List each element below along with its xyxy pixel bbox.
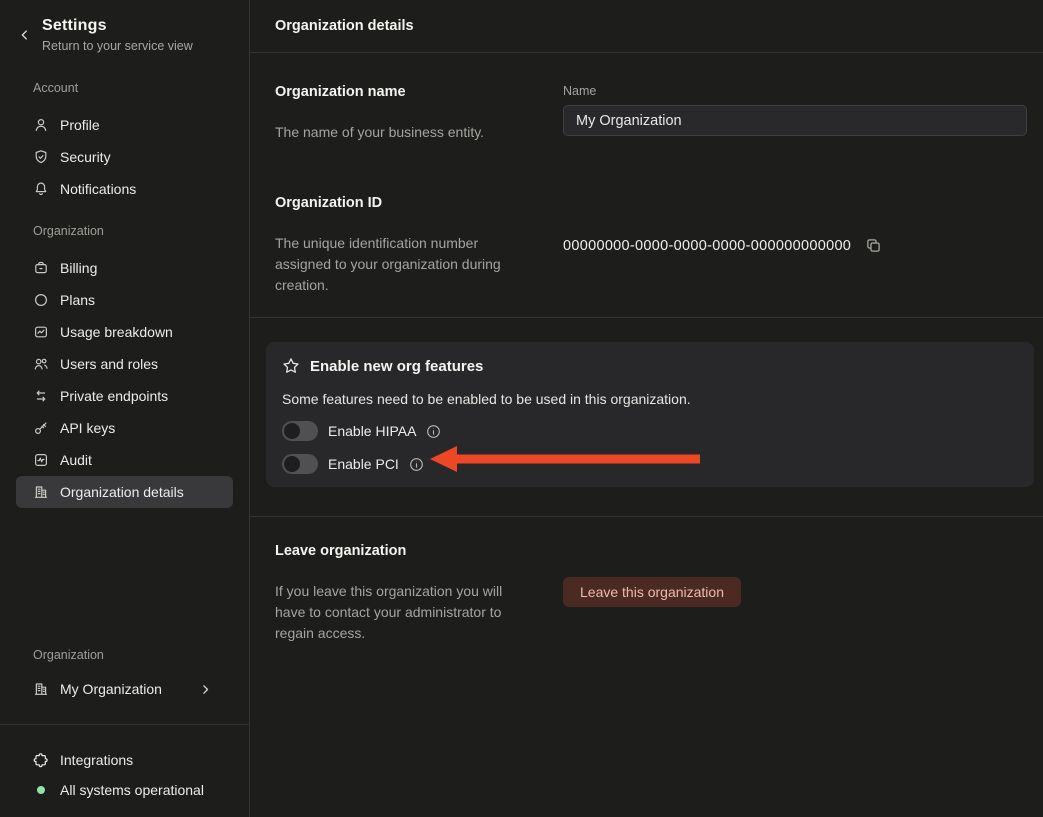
org-switcher-value: My Organization: [60, 681, 162, 697]
sidebar-item-label: Billing: [60, 260, 97, 276]
leave-organization-button[interactable]: Leave this organization: [563, 577, 741, 607]
circle-icon: [33, 292, 49, 308]
integrations-label: Integrations: [60, 752, 133, 768]
puzzle-icon: [33, 752, 49, 768]
audit-log-icon: [33, 452, 49, 468]
sidebar-item-label: Security: [60, 149, 111, 165]
org-identity-section: Organization name The name of your busin…: [250, 53, 1043, 317]
section-label-organization: Organization: [33, 224, 249, 238]
enable-pci-toggle[interactable]: [282, 454, 318, 474]
settings-page: { "sidebar": { "title": "Settings", "sub…: [0, 0, 1043, 817]
sidebar-item-private-endpoints[interactable]: Private endpoints: [16, 380, 233, 412]
hipaa-toggle-row: Enable HIPAA: [282, 419, 1018, 443]
sidebar-item-label: Organization details: [60, 484, 184, 500]
sidebar-item-plans[interactable]: Plans: [16, 284, 233, 316]
copy-icon[interactable]: [865, 237, 882, 254]
sidebar-item-billing[interactable]: Billing: [16, 252, 233, 284]
key-icon: [33, 420, 49, 436]
shield-icon: [33, 149, 49, 165]
org-name-title: Organization name: [275, 84, 525, 100]
org-name-description: The name of your business entity.: [275, 122, 525, 143]
sidebar-item-label: Notifications: [60, 181, 136, 197]
sidebar-item-api-keys[interactable]: API keys: [16, 412, 233, 444]
sidebar-item-notifications[interactable]: Notifications: [16, 173, 233, 205]
star-icon: [282, 357, 300, 375]
organization-icon: [33, 681, 49, 697]
sidebar-item-organization-details[interactable]: Organization details: [16, 476, 233, 508]
bell-icon: [33, 181, 49, 197]
status-label: All systems operational: [60, 782, 204, 798]
enable-hipaa-toggle[interactable]: [282, 421, 318, 441]
leave-organization-section: Leave organization If you leave this org…: [250, 517, 1043, 817]
chart-icon: [33, 324, 49, 340]
org-switcher[interactable]: My Organization: [16, 672, 233, 706]
status-dot-icon: [37, 786, 45, 794]
user-icon: [33, 117, 49, 133]
org-name-row: Organization name The name of your busin…: [275, 84, 1027, 143]
sidebar-item-profile[interactable]: Profile: [16, 109, 233, 141]
section-label-account: Account: [33, 81, 249, 95]
wallet-icon: [33, 260, 49, 276]
org-switcher-label: Organization: [33, 648, 249, 662]
sidebar-item-label: Plans: [60, 292, 95, 308]
org-id-row: Organization ID The unique identificatio…: [275, 195, 1027, 296]
chevron-right-icon: [199, 683, 224, 696]
organization-details-panel: Organization details Organization name T…: [250, 0, 1043, 817]
features-card-description: Some features need to be enabled to be u…: [282, 390, 1018, 409]
sidebar-item-usage-breakdown[interactable]: Usage breakdown: [16, 316, 233, 348]
pci-toggle-label: Enable PCI: [328, 456, 399, 472]
name-field-label: Name: [563, 84, 1027, 98]
settings-sidebar: Settings Return to your service view Acc…: [0, 0, 250, 817]
enable-features-card: Enable new org features Some features ne…: [266, 342, 1034, 487]
leave-title: Leave organization: [275, 543, 525, 559]
sidebar-item-users-and-roles[interactable]: Users and roles: [16, 348, 233, 380]
swap-arrows-icon: [33, 388, 49, 404]
organization-icon: [33, 484, 49, 500]
system-status-link[interactable]: All systems operational: [0, 775, 249, 805]
org-id-value: 00000000-0000-0000-0000-000000000000: [563, 238, 851, 254]
page-title: Organization details: [250, 0, 1043, 53]
sidebar-subtitle[interactable]: Return to your service view: [42, 39, 193, 53]
users-icon: [33, 356, 49, 372]
chevron-left-icon[interactable]: [18, 28, 32, 42]
sidebar-item-label: Usage breakdown: [60, 324, 173, 340]
annotation-arrow-icon: [430, 445, 700, 473]
sidebar-item-label: API keys: [60, 420, 115, 436]
sidebar-item-label: Users and roles: [60, 356, 158, 372]
info-icon[interactable]: [409, 457, 424, 472]
hipaa-toggle-label: Enable HIPAA: [328, 423, 416, 439]
org-name-input[interactable]: [563, 105, 1027, 136]
sidebar-item-security[interactable]: Security: [16, 141, 233, 173]
features-card-title: Enable new org features: [310, 358, 483, 375]
leave-description: If you leave this organization you will …: [275, 581, 525, 644]
org-id-description: The unique identification number assigne…: [275, 233, 525, 296]
sidebar-item-audit[interactable]: Audit: [16, 444, 233, 476]
features-section: Enable new org features Some features ne…: [250, 318, 1043, 516]
org-id-title: Organization ID: [275, 195, 525, 211]
info-icon[interactable]: [426, 424, 441, 439]
sidebar-item-label: Profile: [60, 117, 100, 133]
sidebar-spacer: [0, 508, 249, 648]
sidebar-footer: Integrations All systems operational: [0, 725, 249, 817]
sidebar-header: Settings Return to your service view: [0, 0, 249, 53]
sidebar-item-label: Audit: [60, 452, 92, 468]
integrations-link[interactable]: Integrations: [0, 745, 249, 775]
sidebar-item-label: Private endpoints: [60, 388, 168, 404]
sidebar-title: Settings: [42, 17, 193, 35]
